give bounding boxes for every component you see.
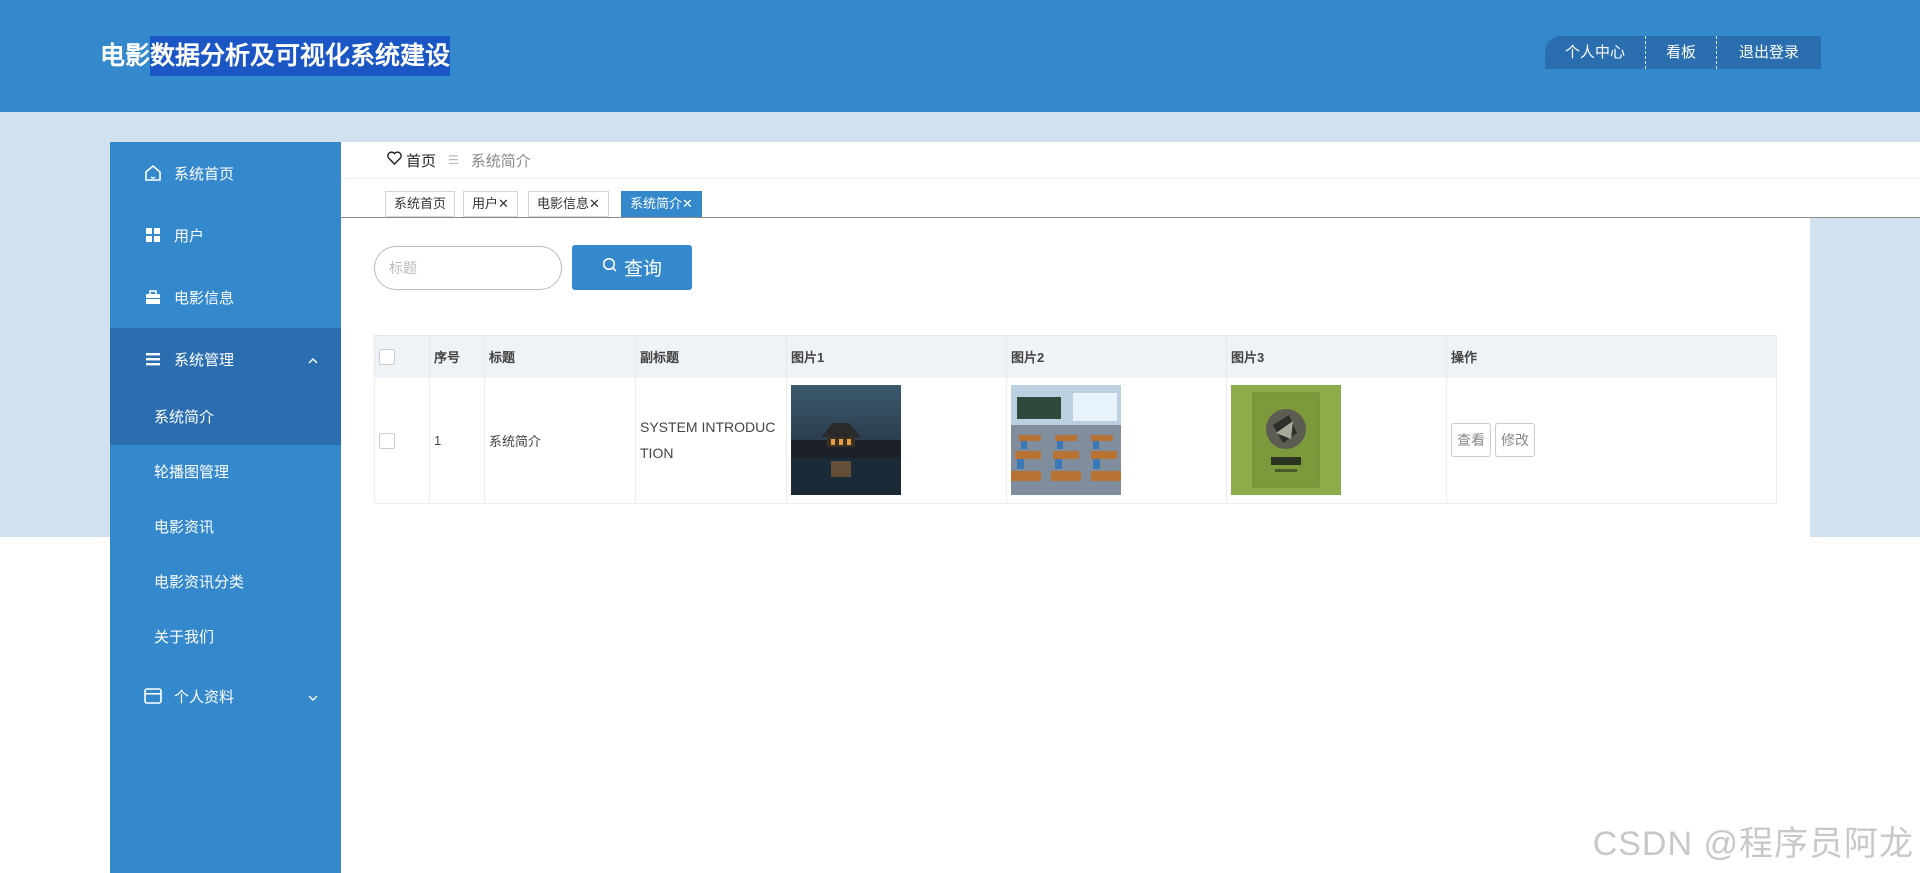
sidebar-item-users[interactable]: 用户: [110, 204, 341, 266]
search-button[interactable]: 查询: [572, 245, 692, 290]
tab-users[interactable]: 用户✕: [463, 191, 518, 217]
column-header-title: 标题: [484, 335, 636, 378]
watermark: CSDN @程序员阿龙: [1592, 825, 1914, 863]
home-icon: [144, 164, 162, 182]
sidebar-item-profile[interactable]: 个人资料: [110, 665, 341, 727]
sidebar-item-label: 电影信息: [174, 289, 235, 307]
app-title-prefix: 电影: [100, 42, 151, 70]
classroom-thumbnail[interactable]: [1011, 385, 1121, 496]
sidebar-item-label: 系统首页: [174, 165, 235, 183]
row-title: 系统简介: [484, 377, 636, 504]
chevron-down-icon: [307, 689, 319, 706]
sidebar-item-home[interactable]: 系统首页: [110, 142, 341, 204]
tab-movie-info[interactable]: 电影信息✕: [528, 191, 609, 217]
tab-label: 系统首页: [394, 196, 447, 211]
column-header-image1: 图片1: [786, 335, 1007, 378]
row-checkbox[interactable]: [379, 432, 395, 449]
chevron-up-icon: [307, 352, 319, 369]
menu-icon: [144, 350, 162, 368]
table-header-row: 序号 标题 副标题 图片1 图片2 图片3 操作: [374, 335, 1777, 378]
main-content: 首页 ☰ 系统简介 系统首页 用户✕ 电影信息✕ 系统简介✕ 查询 序号 标题 …: [341, 142, 1920, 537]
edit-button[interactable]: 修改: [1495, 423, 1535, 458]
close-icon[interactable]: ✕: [682, 196, 693, 211]
app-title-selected: 数据分析及可视化系统建设: [150, 36, 451, 76]
sidebar-item-movie-info[interactable]: 电影信息: [110, 266, 341, 328]
system-management-submenu: 系统简介 轮播图管理 电影资讯 电影资讯分类 关于我们: [110, 390, 341, 665]
row-select-cell: [374, 377, 430, 504]
top-nav: 个人中心 看板 退出登录: [1545, 36, 1822, 69]
row-subtitle: SYSTEM INTRODUCTION: [640, 419, 776, 462]
card-icon: [144, 687, 162, 705]
tab-bar: 系统首页 用户✕ 电影信息✕ 系统简介✕: [341, 179, 1920, 218]
row-image3-cell: [1226, 377, 1447, 504]
book-cover-thumbnail[interactable]: [1231, 385, 1341, 496]
breadcrumb-home-label: 首页: [406, 152, 437, 170]
search-button-label: 查询: [623, 259, 662, 280]
tab-label: 系统简介: [630, 196, 683, 211]
app-title: 电影数据分析及可视化系统建设: [100, 36, 451, 76]
row-image2-cell: [1006, 377, 1227, 504]
briefcase-icon: [144, 288, 162, 306]
tab-home[interactable]: 系统首页: [385, 191, 456, 217]
row-image1-cell: [786, 377, 1007, 504]
submenu-item-about-us[interactable]: 关于我们: [110, 610, 341, 665]
breadcrumb-current: 系统简介: [470, 152, 531, 170]
tab-label: 用户: [472, 196, 499, 211]
row-subtitle-cell: SYSTEM INTRODUCTION: [635, 377, 787, 504]
sidebar: 系统首页 用户 电影信息 系统管理 系统简介 轮播图管理 电影资讯 电影资讯分类…: [110, 142, 341, 873]
select-all-checkbox[interactable]: [379, 349, 395, 366]
table-row: 1 系统简介 SYSTEM INTRODUCTION 查看 修改: [374, 377, 1777, 504]
data-table: 序号 标题 副标题 图片1 图片2 图片3 操作 1 系统简介 SYSTEM I…: [374, 335, 1777, 504]
sidebar-item-label: 个人资料: [174, 688, 235, 706]
row-actions-cell: 查看 修改: [1446, 377, 1777, 504]
personal-center-link[interactable]: 个人中心: [1545, 36, 1647, 69]
column-header-image3: 图片3: [1226, 335, 1447, 378]
sidebar-item-label: 系统管理: [174, 351, 235, 369]
column-header-index: 序号: [429, 335, 485, 378]
breadcrumb-separator-icon: ☰: [448, 153, 459, 167]
close-icon[interactable]: ✕: [498, 196, 509, 211]
logout-link[interactable]: 退出登录: [1717, 36, 1821, 69]
breadcrumb-home[interactable]: 首页: [387, 150, 436, 171]
top-header: 电影数据分析及可视化系统建设 个人中心 看板 退出登录: [0, 0, 1920, 112]
title-search-input[interactable]: [374, 246, 562, 290]
dashboard-link[interactable]: 看板: [1646, 36, 1718, 69]
heart-icon: [387, 151, 402, 169]
column-header-image2: 图片2: [1006, 335, 1227, 378]
tab-label: 电影信息: [537, 196, 590, 211]
submenu-item-movie-news[interactable]: 电影资讯: [110, 500, 341, 555]
breadcrumb: 首页 ☰ 系统简介: [341, 142, 1920, 179]
view-button[interactable]: 查看: [1451, 423, 1491, 458]
sidebar-item-label: 用户: [174, 227, 205, 245]
column-header-subtitle: 副标题: [635, 335, 787, 378]
select-all-cell: [374, 335, 430, 378]
sidebar-item-system-management[interactable]: 系统管理: [110, 328, 341, 390]
grid-icon: [144, 226, 162, 244]
close-icon[interactable]: ✕: [589, 196, 600, 211]
submenu-item-carousel[interactable]: 轮播图管理: [110, 445, 341, 500]
row-index: 1: [429, 377, 485, 504]
submenu-item-system-intro[interactable]: 系统简介: [110, 390, 341, 445]
column-header-actions: 操作: [1446, 335, 1777, 378]
submenu-item-news-category[interactable]: 电影资讯分类: [110, 555, 341, 610]
search-icon: [602, 257, 618, 279]
night-temple-thumbnail[interactable]: [791, 385, 901, 496]
tab-system-intro[interactable]: 系统简介✕: [621, 191, 702, 217]
